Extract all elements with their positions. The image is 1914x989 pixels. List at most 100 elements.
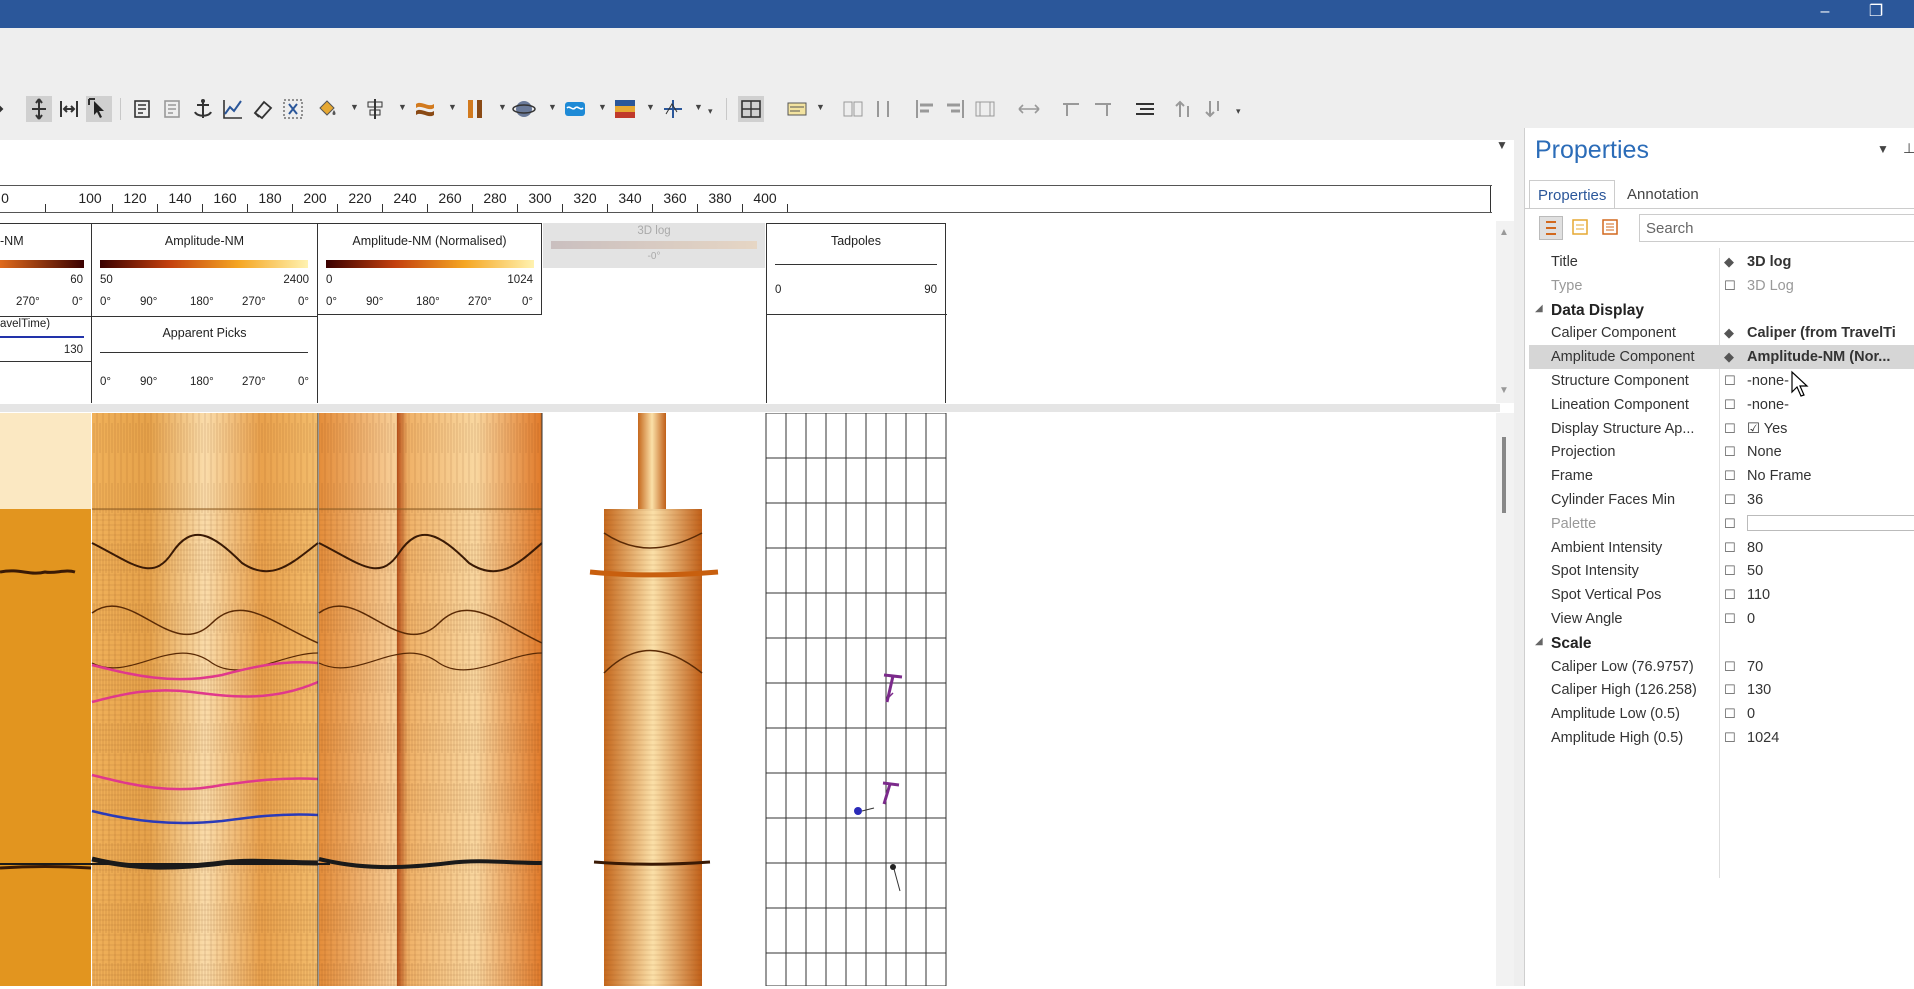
property-row[interactable]: Frame ☐ No Frame xyxy=(1529,464,1914,488)
property-section[interactable]: ◢ Data Display xyxy=(1529,298,1914,322)
minimize-button[interactable]: – xyxy=(1805,0,1845,28)
property-row[interactable]: Palette ☐ xyxy=(1529,512,1914,536)
dropdown-caret-icon[interactable]: ▼ xyxy=(498,102,507,112)
wave-icon[interactable] xyxy=(562,96,588,122)
eraser-icon[interactable] xyxy=(250,96,276,122)
property-value[interactable]: 0 xyxy=(1747,611,1755,627)
dropdown-caret-icon[interactable]: ▼ xyxy=(398,102,407,112)
property-row[interactable]: Type ☐ 3D Log xyxy=(1529,274,1914,298)
fit-icon[interactable] xyxy=(56,96,82,122)
property-value[interactable]: 130 xyxy=(1747,682,1771,698)
property-row[interactable]: View Angle ☐ 0 xyxy=(1529,607,1914,631)
edit-template-icon[interactable] xyxy=(160,96,186,122)
property-row[interactable]: Caliper Low (76.9757) ☐ 70 xyxy=(1529,655,1914,679)
sort-down-icon[interactable] xyxy=(1202,96,1228,122)
collapse-icon[interactable]: ◢ xyxy=(1535,636,1543,647)
property-value[interactable]: 110 xyxy=(1747,587,1770,603)
property-row[interactable]: Spot Intensity ☐ 50 xyxy=(1529,559,1914,583)
categorized-icon[interactable] xyxy=(1539,216,1563,240)
property-value[interactable]: 70 xyxy=(1747,659,1763,675)
pane-menu-caret-icon[interactable]: ▼ xyxy=(1496,138,1508,152)
track-header-caliper[interactable]: -NM 60 270° 0° avelTime) 130 xyxy=(0,223,92,403)
grid-layout-icon[interactable] xyxy=(738,96,764,122)
property-value[interactable]: Caliper (from TravelTi xyxy=(1747,325,1896,341)
pin-icon[interactable]: ⊥ xyxy=(1903,140,1914,157)
property-row[interactable]: Display Structure Ap... ☐ ☑ Yes xyxy=(1529,417,1914,441)
track-header-amplitude-normalised[interactable]: Amplitude-NM (Normalised) 0 1024 0° 90° … xyxy=(318,223,542,315)
property-value[interactable]: -none- xyxy=(1747,373,1789,389)
property-value[interactable]: -none- xyxy=(1747,397,1789,413)
pick-icon[interactable] xyxy=(280,96,306,122)
align-icon[interactable] xyxy=(362,96,388,122)
property-row[interactable]: Amplitude High (0.5) ☐ 1024 xyxy=(1529,726,1914,750)
palette-swatch[interactable] xyxy=(1747,514,1914,531)
data-scrollbar[interactable] xyxy=(1496,413,1514,986)
property-row[interactable]: Cylinder Faces Min ☐ 36 xyxy=(1529,488,1914,512)
property-value[interactable]: 3D Log xyxy=(1747,278,1794,294)
property-value[interactable]: 36 xyxy=(1747,492,1763,508)
header-scrollbar[interactable]: ▲ ▼ xyxy=(1496,221,1514,403)
dropdown-caret-icon[interactable]: ▼ xyxy=(448,102,457,112)
property-pages-icon[interactable] xyxy=(1599,216,1623,240)
dropdown-caret-icon[interactable]: ▼ xyxy=(646,102,655,112)
track-header-amplitude[interactable]: Amplitude-NM 50 2400 0° 90° 180° 270° 0°… xyxy=(92,223,318,403)
overflow-caret-icon[interactable]: ▾ xyxy=(1236,106,1241,117)
track-header-3d-log[interactable]: 3D log -0° xyxy=(543,223,765,268)
depth-ruler[interactable]: 0 100 120 140 160 180 200 220 240 260 280 300 320 340… xyxy=(0,185,1492,213)
scroll-down-icon[interactable]: ▼ xyxy=(1499,385,1509,396)
distribute-icon[interactable] xyxy=(840,96,866,122)
property-row[interactable]: Lineation Component ☐ -none- xyxy=(1529,393,1914,417)
property-row[interactable]: Structure Component ☐ -none- xyxy=(1529,369,1914,393)
property-row[interactable]: Amplitude Low (0.5) ☐ 0 xyxy=(1529,702,1914,726)
overflow-caret-icon[interactable]: ▾ xyxy=(708,106,713,117)
sort-up-icon[interactable] xyxy=(1172,96,1198,122)
paint-bucket-icon[interactable] xyxy=(314,96,340,122)
collapse-icon[interactable]: ◢ xyxy=(1535,303,1543,314)
align-left-icon[interactable] xyxy=(912,96,938,122)
globe-icon[interactable] xyxy=(512,96,538,122)
property-row[interactable]: Ambient Intensity ☐ 80 xyxy=(1529,536,1914,560)
track-header-tadpoles[interactable]: Tadpoles 0 90 xyxy=(766,223,947,403)
property-row[interactable]: Caliper Component ◆ Caliper (from TravelTi xyxy=(1529,321,1914,345)
scrollbar-thumb[interactable] xyxy=(1502,437,1506,513)
anchor-icon[interactable] xyxy=(190,96,216,122)
header-icon[interactable] xyxy=(784,96,810,122)
align-right-icon[interactable] xyxy=(942,96,968,122)
arrow-icon[interactable] xyxy=(0,96,10,122)
property-value[interactable]: ☑ Yes xyxy=(1747,421,1787,437)
dropdown-caret-icon[interactable]: ▼ xyxy=(598,102,607,112)
columns-icon[interactable] xyxy=(462,96,488,122)
property-row[interactable]: Spot Vertical Pos ☐ 110 xyxy=(1529,583,1914,607)
property-value[interactable]: 0 xyxy=(1747,706,1755,722)
crossplot-icon[interactable] xyxy=(660,96,686,122)
property-value[interactable]: No Frame xyxy=(1747,468,1811,484)
property-value[interactable]: 80 xyxy=(1747,540,1763,556)
pane-splitter[interactable] xyxy=(0,404,1500,412)
search-input[interactable]: Search xyxy=(1639,214,1914,242)
property-value[interactable]: None xyxy=(1747,444,1782,460)
edit-log-icon[interactable] xyxy=(130,96,156,122)
move-up-icon[interactable] xyxy=(1058,96,1084,122)
select-icon[interactable] xyxy=(86,96,112,122)
tab-properties[interactable]: Properties xyxy=(1529,180,1616,208)
property-row[interactable]: Caliper High (126.258) ☐ 130 xyxy=(1529,678,1914,702)
dropdown-caret-icon[interactable]: ▼ xyxy=(816,102,825,112)
split-icon[interactable] xyxy=(870,96,896,122)
property-value[interactable]: Amplitude-NM (Nor... xyxy=(1747,349,1890,365)
property-value[interactable]: 50 xyxy=(1747,563,1763,579)
dropdown-caret-icon[interactable]: ▼ xyxy=(548,102,557,112)
align-center-icon[interactable] xyxy=(972,96,998,122)
panel-splitter[interactable] xyxy=(1514,140,1524,986)
image-palette-icon[interactable] xyxy=(612,96,638,122)
property-section[interactable]: ◢ Scale xyxy=(1529,631,1914,655)
property-row[interactable]: Projection ☐ None xyxy=(1529,440,1914,464)
resize-icon[interactable] xyxy=(1016,96,1042,122)
dropdown-caret-icon[interactable]: ▼ xyxy=(694,102,703,112)
list-icon[interactable] xyxy=(1132,96,1158,122)
pan-icon[interactable] xyxy=(26,96,52,122)
line-chart-icon[interactable] xyxy=(220,96,246,122)
tab-annotation[interactable]: Annotation xyxy=(1619,180,1707,208)
layers-icon[interactable] xyxy=(412,96,438,122)
property-row[interactable]: Amplitude Component ◆ Amplitude-NM (Nor... xyxy=(1529,345,1914,370)
restore-button[interactable]: ❐ xyxy=(1856,0,1896,28)
